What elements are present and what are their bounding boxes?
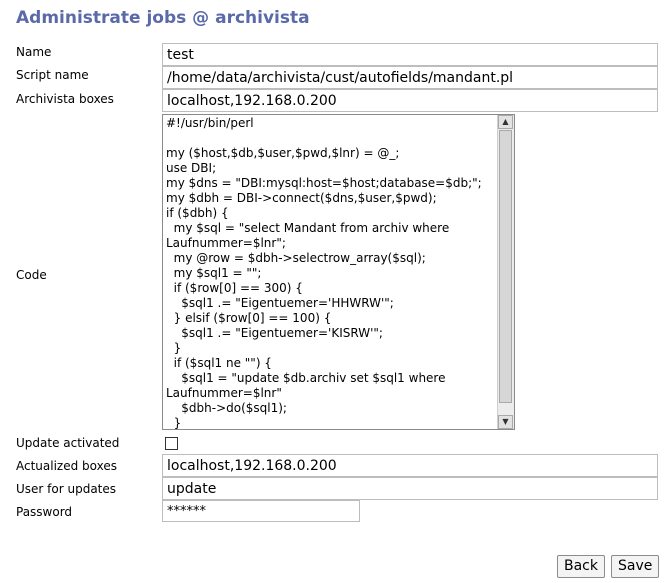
code-line: Laufnummer=$lnr" <box>166 386 282 400</box>
save-button[interactable]: Save <box>611 555 660 578</box>
code-line: Laufnummer=$lnr"; <box>166 236 286 250</box>
code-line: use DBI; <box>166 161 217 175</box>
archivista-boxes-label: Archivista boxes <box>16 92 114 106</box>
actualized-boxes-input[interactable]: localhost,192.168.0.200 <box>162 454 658 477</box>
code-line: $sql1 .= "Eigentuemer='KISRW'"; <box>166 326 383 340</box>
code-line: $dbh->do($sql1); <box>166 401 287 415</box>
scrollbar-thumb[interactable] <box>499 130 512 403</box>
code-content: #!/usr/bin/perl my ($host,$db,$user,$pwd… <box>166 116 496 430</box>
update-activated-label: Update activated <box>16 436 120 450</box>
scroll-down-icon[interactable]: ▼ <box>498 415 513 429</box>
code-line: if ($dbh) { <box>166 206 229 220</box>
user-for-updates-input[interactable]: update <box>162 477 658 500</box>
actualized-boxes-label: Actualized boxes <box>16 459 117 473</box>
archivista-boxes-input[interactable]: localhost,192.168.0.200 <box>162 89 658 112</box>
update-activated-checkbox[interactable] <box>165 437 178 450</box>
scroll-up-icon[interactable]: ▲ <box>498 115 513 129</box>
code-line: my @row = $dbh->selectrow_array($sql); <box>166 251 426 265</box>
back-button[interactable]: Back <box>557 555 605 578</box>
name-label: Name <box>16 45 52 59</box>
code-line: my ($host,$db,$user,$pwd,$lnr) = @_; <box>166 146 400 160</box>
code-line: $sql1 .= "Eigentuemer='HHWRW'"; <box>166 296 394 310</box>
code-line: my $sql1 = ""; <box>166 266 262 280</box>
code-line: my $sql = "select Mandant from archiv wh… <box>166 221 450 235</box>
page-title: Administrate jobs @ archivista <box>16 8 310 28</box>
password-label: Password <box>16 505 73 519</box>
code-line: #!/usr/bin/perl <box>166 116 254 130</box>
code-label: Code <box>16 268 47 282</box>
code-textarea[interactable]: #!/usr/bin/perl my ($host,$db,$user,$pwd… <box>162 114 515 430</box>
code-scrollbar[interactable]: ▲ ▼ <box>497 115 514 429</box>
code-line: } <box>166 416 182 430</box>
code-line: my $dns = "DBI:mysql:host=$host;database… <box>166 176 482 190</box>
code-line: } elsif ($row[0] == 100) { <box>166 311 332 325</box>
code-line: my $dbh = DBI->connect($dns,$user,$pwd); <box>166 191 437 205</box>
code-line: $sql1 = "update $db.archiv set $sql1 whe… <box>166 371 446 385</box>
password-input[interactable]: ****** <box>162 500 360 522</box>
code-line: if ($sql1 ne "") { <box>166 356 272 370</box>
code-line: if ($row[0] == 300) { <box>166 281 303 295</box>
script-name-label: Script name <box>16 68 89 82</box>
user-for-updates-label: User for updates <box>16 482 117 496</box>
code-line: } <box>166 341 182 355</box>
name-input[interactable]: test <box>162 43 658 66</box>
script-name-input[interactable]: /home/data/archivista/cust/autofields/ma… <box>162 66 658 89</box>
